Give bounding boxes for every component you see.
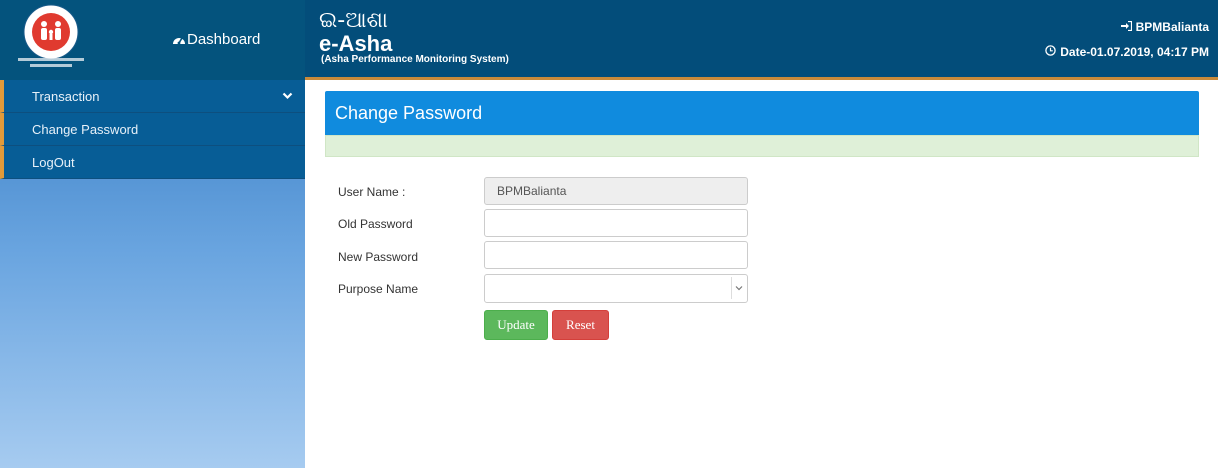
nrhm-logo xyxy=(6,2,96,74)
date-display: Date-01.07.2019, 04:17 PM xyxy=(1045,45,1209,59)
brand-bar: Dashboard xyxy=(0,0,305,80)
reset-button[interactable]: Reset xyxy=(552,310,609,340)
purpose-label: Purpose Name xyxy=(338,282,419,296)
dashboard-link[interactable]: Dashboard xyxy=(172,31,260,48)
sign-in-icon xyxy=(1120,20,1132,34)
chevron-down-icon xyxy=(731,277,746,299)
sidebar-item-label: LogOut xyxy=(32,154,75,170)
message-strip xyxy=(325,135,1199,157)
app-header: ଇ-ଆଶା e-Asha (Asha Performance Monitorin… xyxy=(305,0,1218,80)
dashboard-icon xyxy=(172,33,186,47)
date-label: Date-01.07.2019, 04:17 PM xyxy=(1060,45,1209,59)
dashboard-label: Dashboard xyxy=(187,31,261,48)
app-subtitle: (Asha Performance Monitoring System) xyxy=(321,54,509,65)
app-name-odia: ଇ-ଆଶା xyxy=(319,8,388,33)
user-label: BPMBalianta xyxy=(1135,20,1209,34)
panel-header: Change Password xyxy=(325,91,1199,135)
username-label: User Name : xyxy=(338,185,406,199)
purpose-select[interactable] xyxy=(484,274,748,303)
user-menu[interactable]: BPMBalianta xyxy=(1120,20,1209,34)
page-title: Change Password xyxy=(335,103,483,123)
sidebar-item-transaction[interactable]: Transaction xyxy=(0,80,305,113)
old-password-field[interactable] xyxy=(484,209,748,237)
new-password-label: New Password xyxy=(338,250,419,264)
old-password-label: Old Password xyxy=(338,217,413,231)
sidebar-item-logout[interactable]: LogOut xyxy=(0,146,305,179)
new-password-field[interactable] xyxy=(484,241,748,269)
clock-icon xyxy=(1045,45,1056,59)
sidebar: Transaction Change Password LogOut xyxy=(0,80,305,468)
username-field: BPMBalianta xyxy=(484,177,748,205)
chevron-down-icon xyxy=(282,89,293,104)
update-button[interactable]: Update xyxy=(484,310,548,340)
sidebar-item-label: Transaction xyxy=(32,88,100,104)
sidebar-item-change-password[interactable]: Change Password xyxy=(0,113,305,146)
sidebar-item-label: Change Password xyxy=(32,121,139,137)
